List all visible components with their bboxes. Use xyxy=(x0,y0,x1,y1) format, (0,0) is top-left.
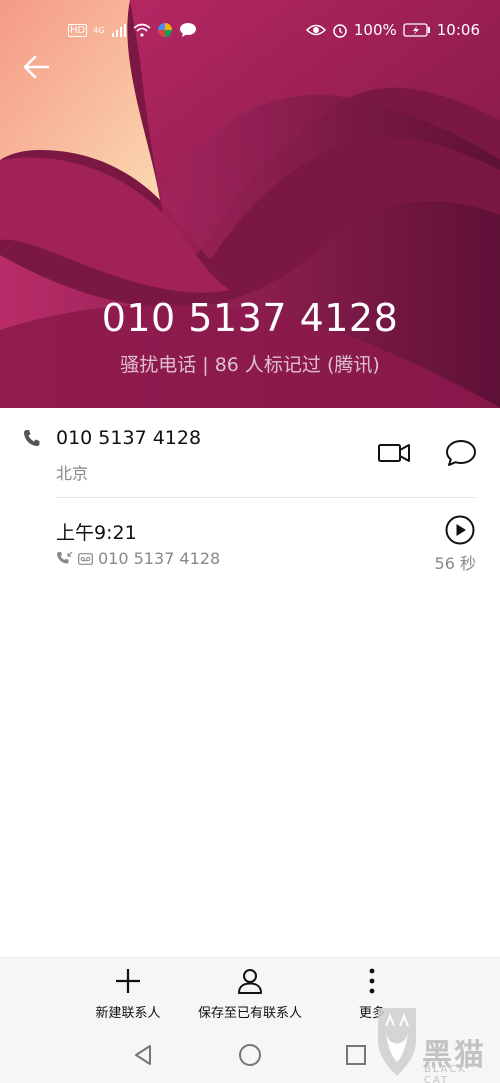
spam-tag-line: 骚扰电话 | 86 人标记过 (腾讯) xyxy=(120,354,380,376)
call-duration: 56 秒 xyxy=(434,554,476,573)
header-phone-number: 010 5137 4128 xyxy=(101,296,399,340)
video-call-icon[interactable] xyxy=(376,438,412,468)
clock: 10:06 xyxy=(436,21,480,39)
status-right: 100% 10:06 xyxy=(305,21,480,39)
eye-icon xyxy=(305,24,326,36)
message-icon[interactable] xyxy=(444,436,478,470)
battery-percent: 100% xyxy=(353,21,397,39)
cat-shield-icon xyxy=(378,1008,416,1076)
network-badge: 4G xyxy=(93,25,105,35)
watermark-subtext: BLACK CAT xyxy=(424,1064,467,1083)
status-left: HD 4G xyxy=(68,22,197,38)
hd-badge: HD xyxy=(68,23,88,37)
contact-number[interactable]: 010 5137 4128 xyxy=(56,427,201,449)
call-log-number: 010 5137 4128 xyxy=(98,549,221,568)
more-vertical-icon xyxy=(369,968,375,994)
wifi-icon xyxy=(133,23,151,37)
call-log-detail: 010 5137 4128 xyxy=(56,549,220,568)
number-row[interactable]: 010 5137 4128 北京 xyxy=(0,408,500,498)
plus-icon xyxy=(116,969,140,993)
alarm-icon xyxy=(333,24,347,38)
new-contact-button[interactable]: 新建联系人 xyxy=(90,966,166,1021)
nav-home-icon[interactable] xyxy=(238,1043,262,1067)
save-to-existing-button[interactable]: 保存至已有联系人 xyxy=(192,966,308,1021)
header-background xyxy=(0,0,500,408)
contact-header: HD 4G 100% 10:06 010 5137 4128 骚扰电话 | 86… xyxy=(0,0,500,408)
app-icon xyxy=(157,23,172,37)
signal-icon xyxy=(111,24,126,37)
phone-icon xyxy=(24,430,40,446)
back-arrow-icon[interactable] xyxy=(18,50,58,84)
play-recording-icon[interactable] xyxy=(444,514,476,546)
status-bar: HD 4G 100% 10:06 xyxy=(0,0,500,60)
call-time: 上午9:21 xyxy=(56,522,137,544)
chat-bubble-icon xyxy=(179,23,196,37)
nav-back-icon[interactable] xyxy=(132,1043,154,1067)
new-contact-label: 新建联系人 xyxy=(95,1006,161,1021)
save-to-existing-label: 保存至已有联系人 xyxy=(197,1006,302,1021)
nav-recents-icon[interactable] xyxy=(345,1043,367,1067)
number-location: 北京 xyxy=(56,464,89,483)
black-cat-watermark: 黑猫 BLACK CAT xyxy=(372,1000,494,1083)
battery-icon xyxy=(403,23,430,37)
person-icon xyxy=(238,969,262,994)
incoming-call-icon xyxy=(57,551,73,564)
call-log-row[interactable]: 上午9:21 010 5137 4128 56 秒 xyxy=(0,498,500,588)
recording-icon xyxy=(78,552,93,565)
